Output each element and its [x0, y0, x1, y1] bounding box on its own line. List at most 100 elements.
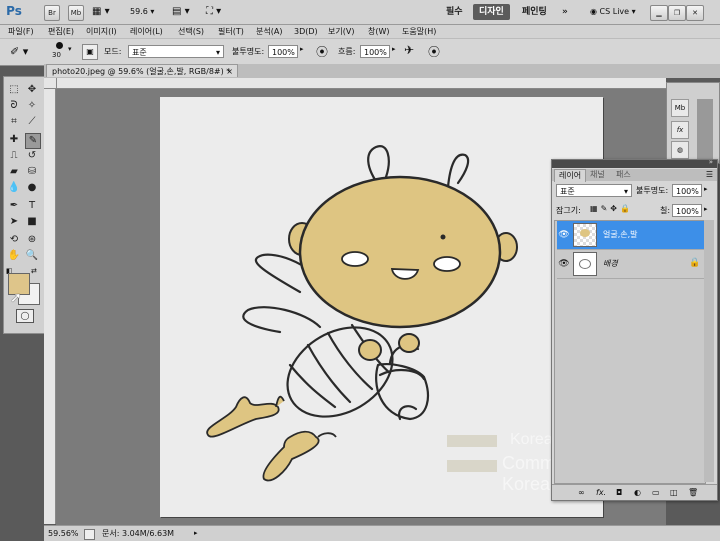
- pen-tool-icon[interactable]: ✒: [7, 199, 21, 213]
- tablet-opacity-pressure-icon[interactable]: ⦿: [316, 43, 328, 60]
- workspace-design[interactable]: 디자인: [473, 4, 510, 20]
- cs-live-button[interactable]: ◉ CS Live ▾: [590, 5, 636, 19]
- layer-opacity-input[interactable]: 100%: [672, 184, 702, 197]
- dock-scrollbar[interactable]: [697, 99, 713, 159]
- eraser-tool-icon[interactable]: ▰: [7, 165, 21, 179]
- minimize-button[interactable]: ▁: [650, 5, 668, 21]
- arrange-documents-menu[interactable]: ▤ ▾: [172, 5, 198, 19]
- menu-window[interactable]: 창(W): [368, 25, 390, 38]
- bridge-button[interactable]: Br: [44, 5, 60, 21]
- collapse-panel-icon[interactable]: »: [709, 158, 713, 166]
- blur-tool-icon[interactable]: 💧: [7, 181, 21, 195]
- layer-blend-mode-select[interactable]: 표준 ▾: [556, 184, 632, 197]
- fill-slider-toggle[interactable]: ▸: [704, 205, 708, 213]
- move-tool-icon[interactable]: ✥: [25, 83, 39, 97]
- add-mask-icon[interactable]: ◘: [616, 485, 622, 500]
- zoom-readout[interactable]: 59.56%: [48, 526, 79, 541]
- workspace-painting[interactable]: 페인팅: [516, 4, 553, 20]
- menu-select[interactable]: 선택(S): [178, 25, 204, 38]
- close-button[interactable]: ✕: [686, 5, 704, 21]
- visibility-eye-icon[interactable]: 👁: [557, 221, 571, 249]
- type-tool-icon[interactable]: T: [25, 199, 39, 213]
- new-group-icon[interactable]: ▭: [652, 485, 660, 500]
- tab-channels[interactable]: 채널: [586, 169, 609, 181]
- flow-input[interactable]: 100%: [360, 45, 390, 58]
- mini-bridge-panel-icon[interactable]: Mb: [671, 99, 689, 117]
- menu-file[interactable]: 파일(F): [8, 25, 34, 38]
- airbrush-icon[interactable]: ✈: [404, 43, 414, 57]
- panel-title-bar[interactable]: »: [552, 158, 717, 168]
- add-layer-style-icon[interactable]: fx.: [596, 485, 606, 500]
- lock-pixels-icon[interactable]: ✎: [601, 204, 611, 213]
- mini-bridge-button[interactable]: Mb: [68, 5, 84, 21]
- tool-preset-picker[interactable]: ✐ ▾: [10, 44, 40, 60]
- healing-brush-tool-icon[interactable]: ✚: [7, 133, 21, 147]
- document-tab[interactable]: photo20.jpeg @ 59.6% (얼굴,손,발, RGB/8#) * …: [46, 64, 238, 77]
- adjustments-panel-icon[interactable]: ◍: [671, 141, 689, 159]
- lock-all-icon[interactable]: 🔒: [620, 204, 633, 213]
- zoom-tool-icon[interactable]: 🔍: [25, 249, 39, 263]
- menu-analysis[interactable]: 분석(A): [256, 25, 282, 38]
- effects-panel-icon[interactable]: fx: [671, 121, 689, 139]
- lock-options[interactable]: ▦✎✥🔒: [590, 204, 633, 213]
- menu-filter[interactable]: 필터(T): [218, 25, 244, 38]
- clone-stamp-tool-icon[interactable]: ⎍: [7, 149, 21, 163]
- layer-row-face-hands-feet[interactable]: 👁 얼굴,손,발: [557, 221, 706, 250]
- swap-colors-icon[interactable]: ⇄: [31, 267, 39, 275]
- chevron-down-icon: ▾: [623, 187, 628, 196]
- status-menu-arrow[interactable]: ▸: [194, 526, 198, 541]
- flow-slider-toggle[interactable]: ▸: [392, 45, 396, 53]
- zoom-level-menu[interactable]: 59.6 ▾: [130, 5, 162, 19]
- lasso-tool-icon[interactable]: ᘐ: [7, 99, 21, 113]
- opacity-input[interactable]: 100%: [268, 45, 298, 58]
- brush-panel-toggle[interactable]: ▣: [82, 44, 98, 60]
- history-brush-tool-icon[interactable]: ↺: [25, 149, 39, 163]
- eyedropper-tool-icon[interactable]: ⟋: [25, 115, 39, 129]
- menu-image[interactable]: 이미지(I): [86, 25, 117, 38]
- restore-button[interactable]: ❐: [668, 5, 686, 21]
- tab-paths[interactable]: 패스: [612, 169, 635, 181]
- lock-position-icon[interactable]: ✥: [610, 204, 620, 213]
- quick-mask-icon[interactable]: ◯: [16, 309, 34, 323]
- document-canvas[interactable]: Korea Commerce Korea: [160, 97, 603, 517]
- layer-row-background[interactable]: 👁 배경 🔒: [557, 250, 706, 279]
- lock-transparent-icon[interactable]: ▦: [590, 204, 601, 213]
- view-extras-menu[interactable]: ▦ ▾: [92, 5, 116, 19]
- shape-tool-icon[interactable]: ■: [25, 215, 39, 229]
- layers-scrollbar[interactable]: [704, 220, 714, 482]
- visibility-eye-icon[interactable]: 👁: [557, 250, 571, 278]
- tab-layers[interactable]: 레이어: [554, 169, 587, 182]
- new-layer-icon[interactable]: ◫: [670, 485, 678, 500]
- status-bar-icon[interactable]: [84, 529, 95, 540]
- brush-tool-icon[interactable]: ✎: [25, 133, 41, 149]
- tablet-size-pressure-icon[interactable]: ⦿: [428, 43, 440, 60]
- menu-edit[interactable]: 편집(E): [48, 25, 74, 38]
- quick-select-tool-icon[interactable]: ✧: [25, 99, 39, 113]
- menu-layer[interactable]: 레이어(L): [130, 25, 163, 38]
- ruler-origin[interactable]: [44, 78, 57, 89]
- screen-mode-menu[interactable]: ⛶ ▾: [206, 5, 232, 19]
- 3d-rotate-tool-icon[interactable]: ⟲: [7, 233, 21, 247]
- marquee-tool-icon[interactable]: ⬚: [7, 83, 21, 97]
- hand-tool-icon[interactable]: ✋: [7, 249, 21, 263]
- menu-help[interactable]: 도움말(H): [402, 25, 436, 38]
- close-document-icon[interactable]: ×: [226, 65, 233, 78]
- opacity-slider-toggle[interactable]: ▸: [300, 45, 304, 53]
- link-layers-icon[interactable]: ∞: [578, 485, 585, 500]
- delete-layer-icon[interactable]: 🗑: [688, 485, 698, 500]
- workspace-essentials[interactable]: 필수: [440, 4, 469, 20]
- more-workspaces-button[interactable]: »: [556, 4, 574, 20]
- panel-menu-icon[interactable]: ☰: [706, 170, 713, 179]
- menu-view[interactable]: 보기(V): [328, 25, 354, 38]
- brush-preset-picker[interactable]: 30 ▾: [50, 41, 72, 63]
- path-selection-tool-icon[interactable]: ➤: [7, 215, 21, 229]
- fill-input[interactable]: 100%: [672, 204, 702, 217]
- blend-mode-select[interactable]: 표준 ▾: [128, 45, 224, 58]
- paint-bucket-tool-icon[interactable]: ⛁: [25, 165, 39, 179]
- crop-tool-icon[interactable]: ⌗: [7, 115, 21, 129]
- dodge-tool-icon[interactable]: ●: [25, 181, 39, 195]
- new-adjustment-layer-icon[interactable]: ◐: [634, 485, 641, 500]
- 3d-orbit-tool-icon[interactable]: ⊛: [25, 233, 39, 247]
- layer-opacity-slider-toggle[interactable]: ▸: [704, 185, 708, 193]
- menu-3d[interactable]: 3D(D): [294, 25, 318, 38]
